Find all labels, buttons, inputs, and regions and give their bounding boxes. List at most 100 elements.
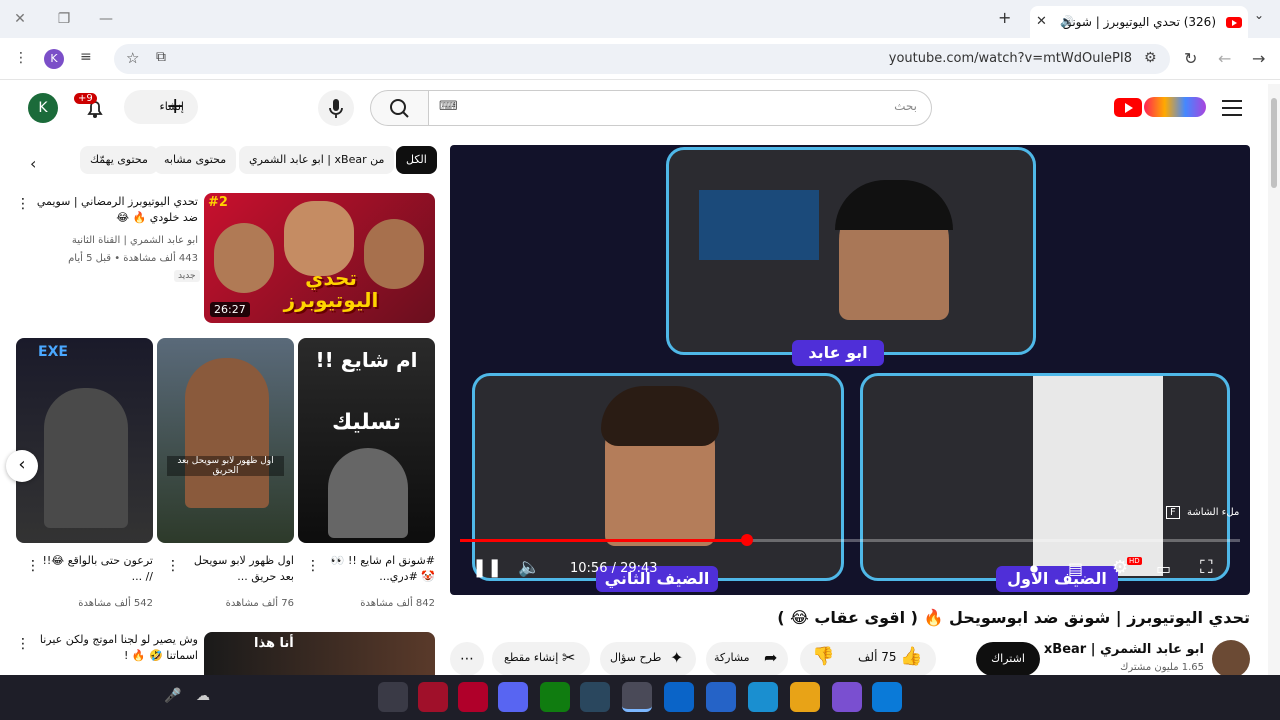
scissors-icon: ✂ bbox=[562, 648, 576, 667]
url-text[interactable]: youtube.com/watch?v=mtWdOulePI8 bbox=[889, 51, 1132, 66]
doodle-icon bbox=[1144, 97, 1206, 117]
top-video-channel[interactable]: ابو عابد الشمري | القناة الثانية bbox=[14, 235, 198, 246]
theater-mode-icon[interactable]: ▭ bbox=[1156, 559, 1171, 578]
short-thumbnail-1[interactable]: ام شايع !! تسليك bbox=[298, 338, 435, 543]
audio-playing-icon[interactable]: 🔊 bbox=[1060, 6, 1074, 38]
progress-bar[interactable] bbox=[460, 539, 1240, 542]
forward-icon[interactable]: ← bbox=[1218, 49, 1231, 68]
create-button[interactable]: إنشاء + bbox=[124, 90, 198, 124]
channel-avatar[interactable] bbox=[1212, 640, 1250, 678]
guide-menu-icon[interactable] bbox=[1222, 98, 1242, 116]
pause-icon[interactable]: ❚❚ bbox=[472, 557, 502, 578]
short-title-2[interactable]: اول ظهور لابو سويحل بعد حريق ... bbox=[182, 553, 294, 585]
reload-icon[interactable]: ↻ bbox=[1184, 49, 1197, 68]
search-placeholder: بحث bbox=[894, 99, 917, 113]
top-video-title[interactable]: تحدي اليوتيوبرز الرمضاني | سويمي ضد خلود… bbox=[36, 194, 198, 226]
clip-button[interactable]: إنشاء مقطع ✂ bbox=[492, 642, 590, 676]
short-thumbnail-2[interactable]: اول ظهور لابو سويحل بعد الحريق bbox=[157, 338, 294, 543]
back-icon[interactable]: → bbox=[1252, 49, 1265, 68]
steam-icon[interactable] bbox=[580, 682, 610, 712]
xbox-icon[interactable] bbox=[540, 682, 570, 712]
top-video-menu-icon[interactable]: ⋮ bbox=[16, 196, 30, 212]
chrome-icon[interactable] bbox=[622, 682, 652, 712]
play-triangle-icon bbox=[1125, 103, 1133, 113]
short-title-1[interactable]: #شونق ام شايع !! 👀 🤡 #دري... bbox=[316, 553, 435, 585]
chip-related[interactable]: محتوى مشابه bbox=[154, 146, 237, 174]
like-icon[interactable]: 👍 bbox=[900, 646, 922, 667]
share-button[interactable]: مشاركة ➦ bbox=[706, 642, 788, 676]
taskbar-app-icon[interactable] bbox=[418, 682, 448, 712]
close-tab-icon[interactable]: ✕ bbox=[1036, 6, 1047, 38]
short-menu-icon-2[interactable]: ⋮ bbox=[166, 558, 180, 574]
channel-name[interactable]: ابو عابد الشمري | xBear bbox=[1044, 642, 1204, 657]
chip-for-you[interactable]: محتوى يهمّك bbox=[80, 146, 158, 174]
progress-played bbox=[460, 539, 748, 542]
person-figure bbox=[328, 448, 408, 538]
short-overlay-text: ام شايع !! bbox=[315, 348, 418, 372]
store-icon[interactable] bbox=[706, 682, 736, 712]
chips-scroll-left-icon[interactable]: ‹ bbox=[30, 154, 36, 173]
next-video-title[interactable]: وش يصير لو لجنا اموتج ولكن عيرنا اسماتنا… bbox=[36, 632, 198, 664]
next-video-thumbnail[interactable]: أنا هذا bbox=[204, 632, 435, 675]
reading-list-icon[interactable]: ≡ bbox=[80, 49, 92, 65]
restore-window-icon[interactable]: ❐ bbox=[52, 8, 76, 30]
close-window-icon[interactable]: ✕ bbox=[8, 8, 32, 30]
top-video-thumbnail[interactable]: تحدي اليوتيوبرز #2 26:27 bbox=[204, 193, 435, 323]
install-app-icon[interactable]: ⧉ bbox=[156, 49, 166, 65]
keyboard-icon[interactable]: ⌨ bbox=[439, 99, 458, 114]
cloud-tray-icon[interactable]: ☁ bbox=[196, 688, 210, 704]
monitor-screen bbox=[699, 190, 819, 260]
minimize-window-icon[interactable]: — bbox=[94, 8, 118, 30]
short-views-3: 542 ألف مشاهدة bbox=[78, 598, 153, 609]
search-input[interactable]: بحث ⌨ bbox=[428, 90, 932, 126]
new-tab-button[interactable]: + bbox=[998, 8, 1011, 27]
fullscreen-icon[interactable]: ⛶ bbox=[1200, 557, 1213, 578]
discord-icon[interactable] bbox=[498, 682, 528, 712]
notifications-button[interactable]: +9 bbox=[74, 93, 110, 123]
search-button[interactable] bbox=[370, 90, 428, 126]
site-settings-icon[interactable]: ⚙ bbox=[1144, 50, 1157, 66]
short-overlay-text: EXE bbox=[38, 344, 68, 360]
short-title-3[interactable]: ترعون حتى بالواقع 😂!! // ... bbox=[40, 553, 153, 585]
dislike-icon[interactable]: 👎 bbox=[812, 646, 834, 667]
chip-all[interactable]: الكل bbox=[396, 146, 437, 174]
next-video-menu-icon[interactable]: ⋮ bbox=[16, 636, 30, 652]
subscribe-button[interactable]: اشتراك bbox=[976, 642, 1040, 676]
bookmark-star-icon[interactable]: ☆ bbox=[126, 49, 139, 67]
subtitles-icon[interactable]: ▤ bbox=[1068, 559, 1083, 578]
short-menu-icon-3[interactable]: ⋮ bbox=[26, 558, 40, 574]
page-scrollbar[interactable] bbox=[1268, 84, 1280, 675]
ask-button[interactable]: طرح سؤال ✦ bbox=[600, 642, 696, 676]
voice-search-button[interactable] bbox=[318, 90, 354, 126]
tab-search-icon[interactable]: ⌄ bbox=[1254, 8, 1264, 22]
video-player[interactable]: ابو عابد الضيف الثاني الضيف الاول ملء ال… bbox=[450, 145, 1250, 595]
taskbar-app-icon[interactable] bbox=[458, 682, 488, 712]
taskbar-app-icon[interactable] bbox=[378, 682, 408, 712]
youtube-logo[interactable] bbox=[1114, 96, 1206, 118]
short-overlay-text: اول ظهور لابو سويحل بعد الحريق bbox=[167, 456, 284, 476]
more-actions-icon[interactable]: ⋯ bbox=[450, 642, 484, 676]
tooltip-text: ملء الشاشة bbox=[1186, 507, 1240, 518]
edge-icon[interactable] bbox=[748, 682, 778, 712]
chip-from-channel[interactable]: من xBear | ابو عابد الشمري bbox=[239, 146, 395, 174]
account-avatar[interactable]: K bbox=[28, 93, 58, 123]
video-title: تحدي اليوتيوبرز | شونق ضد ابوسويحل 🔥 ( ا… bbox=[777, 608, 1250, 627]
settings-gear-icon[interactable]: ⚙ bbox=[1112, 557, 1128, 578]
volume-icon[interactable]: 🔈 bbox=[518, 557, 540, 578]
video-duration: 26:27 bbox=[210, 302, 250, 317]
tab-youtube[interactable]: (326) تحدي اليوتيوبرز | شونق 🔊 ✕ bbox=[1030, 6, 1248, 38]
browser-menu-icon[interactable]: ⋮ bbox=[14, 50, 28, 66]
shorts-scroll-left-button[interactable]: ‹ bbox=[6, 450, 38, 482]
scrollbar-thumb[interactable] bbox=[1271, 98, 1277, 188]
profile-avatar[interactable]: K bbox=[44, 49, 64, 69]
tooltip-key: F bbox=[1166, 506, 1180, 519]
mic-tray-icon[interactable]: 🎤 bbox=[164, 688, 181, 704]
windows-start-icon[interactable] bbox=[872, 682, 902, 712]
short-menu-icon-1[interactable]: ⋮ bbox=[306, 558, 320, 574]
outlook-icon[interactable] bbox=[664, 682, 694, 712]
microsoft365-icon[interactable] bbox=[832, 682, 862, 712]
file-explorer-icon[interactable] bbox=[790, 682, 820, 712]
autoplay-toggle-icon[interactable]: ⏺ bbox=[1030, 559, 1038, 579]
short-thumbnail-3[interactable]: EXE bbox=[16, 338, 153, 543]
progress-scrubber[interactable] bbox=[741, 534, 754, 546]
